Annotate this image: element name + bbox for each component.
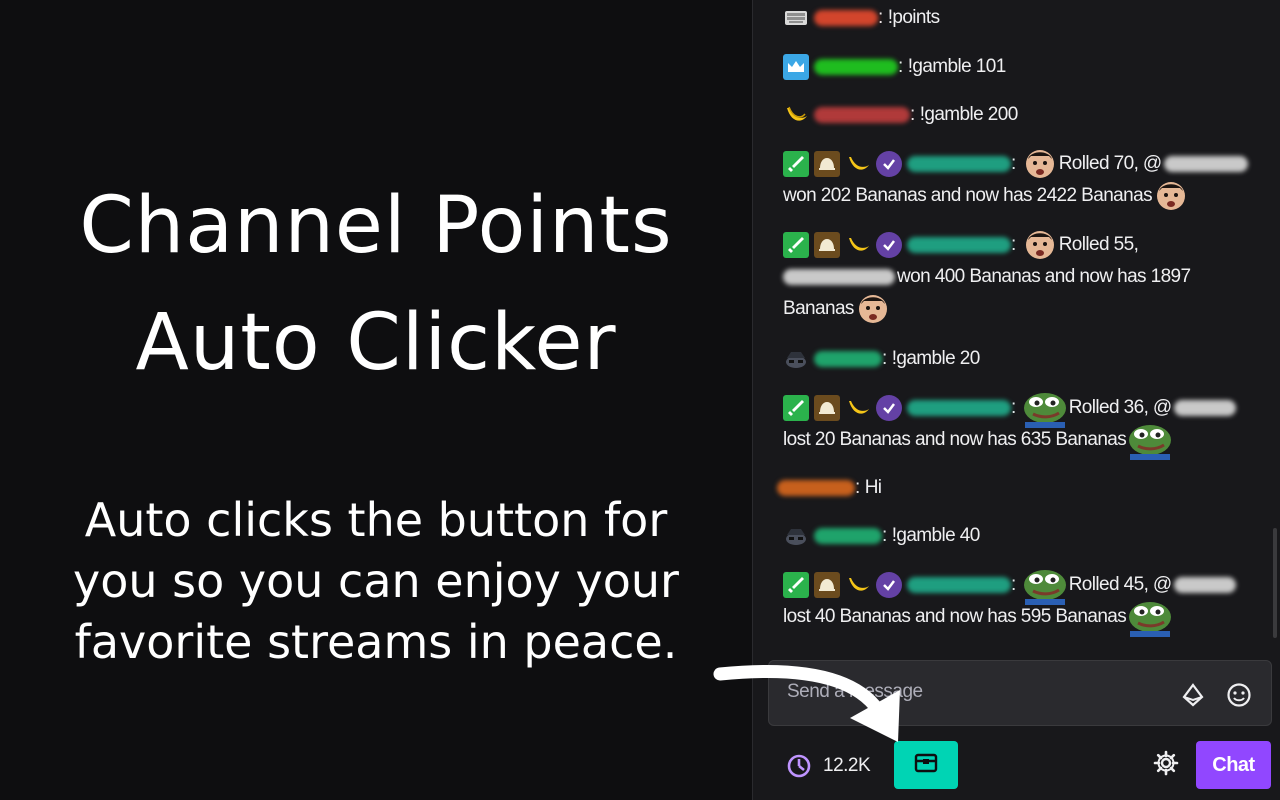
verified-badge-icon	[876, 572, 902, 598]
mention-blurred	[783, 269, 895, 285]
chat-message: : !gamble 101	[783, 51, 1263, 83]
message-text: won 400 Bananas and now has 1897	[897, 266, 1191, 287]
promo-subtitle-line: Auto clicks the button for	[84, 493, 668, 547]
chat-scrollbar[interactable]	[1273, 528, 1277, 638]
message-text: won 202 Bananas and now has 2422 Bananas	[783, 185, 1153, 206]
banana-badge-icon	[845, 572, 871, 598]
chat-message: : !gamble 20	[783, 343, 1263, 375]
emote-smiley-icon[interactable]	[1225, 681, 1253, 709]
sword-badge-icon	[783, 151, 809, 177]
channel-points-balance[interactable]: 12.2K	[823, 752, 871, 780]
claim-bonus-button[interactable]	[894, 741, 958, 789]
message-text: !gamble 200	[919, 104, 1019, 125]
message-text: Bananas	[783, 298, 854, 319]
username-blurred[interactable]	[907, 577, 1011, 593]
pepe-emote-icon	[1021, 389, 1069, 428]
pepe-emote-icon	[1126, 421, 1174, 460]
chat-message: : Rolled 45, @ lost 40 Bananas and now h…	[783, 566, 1263, 637]
username-blurred[interactable]	[814, 528, 882, 544]
channel-points-icon[interactable]	[786, 753, 812, 779]
message-text: Hi	[864, 477, 882, 498]
keyboard-badge-icon	[783, 5, 809, 31]
mention-blurred	[1163, 156, 1248, 172]
chat-input-placeholder: Send a message	[787, 681, 923, 702]
username-blurred[interactable]	[814, 59, 898, 75]
username-blurred[interactable]	[907, 400, 1011, 416]
message-text: !gamble 101	[907, 56, 1007, 77]
face-emote-icon	[1021, 226, 1059, 264]
chat-message: : !gamble 200	[783, 99, 1263, 131]
pepe-emote-icon	[1126, 598, 1174, 637]
mention-blurred	[1173, 400, 1236, 416]
chat-message: : !points	[783, 2, 1263, 34]
chat-panel: : !points : !gamble 101 : !gamble 200: …	[752, 0, 1280, 800]
sword-badge-icon	[783, 572, 809, 598]
chat-message: : Rolled 36, @ lost 20 Bananas and now h…	[783, 389, 1263, 460]
username-blurred[interactable]	[907, 156, 1011, 172]
username-blurred[interactable]	[907, 237, 1011, 253]
spy-badge-icon	[783, 346, 809, 372]
promo-title-line: Auto Clicker	[135, 298, 617, 388]
mention-blurred	[1173, 577, 1236, 593]
banana-badge-icon	[845, 232, 871, 258]
banana-badge-icon	[845, 151, 871, 177]
chat-message: : !gamble 40	[783, 520, 1263, 552]
spy-badge-icon	[783, 523, 809, 549]
message-text: !points	[887, 7, 940, 28]
treasure-chest-icon	[913, 751, 939, 780]
message-text: Rolled 55,	[1058, 234, 1139, 255]
promo-subtitle: Auto clicks the button for you so you ca…	[0, 490, 752, 673]
username-blurred[interactable]	[814, 351, 882, 367]
chat-message: : Rolled 55, won 400 Bananas and now has…	[783, 229, 1263, 325]
crown-badge-icon	[783, 54, 809, 80]
bits-diamond-icon[interactable]	[1179, 681, 1207, 709]
banana-badge-icon	[783, 102, 809, 128]
chat-settings-button[interactable]	[1151, 750, 1181, 780]
face-emote-icon	[854, 290, 892, 328]
message-text: lost 40 Bananas and now has 595 Bananas	[783, 606, 1127, 627]
banana-badge-icon	[845, 395, 871, 421]
username-blurred[interactable]	[814, 107, 910, 123]
sword-badge-icon	[783, 395, 809, 421]
promo-subtitle-line: favorite streams in peace.	[74, 615, 678, 669]
promo-title-line: Channel Points	[79, 181, 673, 271]
message-text: !gamble 20	[891, 348, 981, 369]
chat-message: : Hi	[777, 472, 1257, 504]
hat-badge-icon	[814, 395, 840, 421]
face-emote-icon	[1152, 177, 1190, 215]
sword-badge-icon	[783, 232, 809, 258]
message-text: Rolled 70, @	[1058, 153, 1163, 174]
pepe-emote-icon	[1021, 566, 1069, 605]
gear-icon	[1153, 750, 1179, 781]
promo-title: Channel Points Auto Clicker	[0, 168, 752, 402]
promo-panel: Channel Points Auto Clicker Auto clicks …	[0, 0, 752, 800]
promo-subtitle-line: you so you can enjoy your	[73, 554, 679, 608]
message-text: !gamble 40	[891, 525, 981, 546]
hat-badge-icon	[814, 572, 840, 598]
hat-badge-icon	[814, 151, 840, 177]
chat-message: : Rolled 70, @ won 202 Bananas and now h…	[783, 148, 1263, 212]
verified-badge-icon	[876, 151, 902, 177]
username-blurred[interactable]	[777, 480, 855, 496]
hat-badge-icon	[814, 232, 840, 258]
face-emote-icon	[1021, 145, 1059, 183]
chat-send-button[interactable]: Chat	[1196, 741, 1271, 789]
chat-message-input[interactable]: Send a message	[768, 660, 1272, 726]
verified-badge-icon	[876, 395, 902, 421]
message-text: lost 20 Bananas and now has 635 Bananas	[783, 429, 1127, 450]
username-blurred[interactable]	[814, 10, 878, 26]
verified-badge-icon	[876, 232, 902, 258]
